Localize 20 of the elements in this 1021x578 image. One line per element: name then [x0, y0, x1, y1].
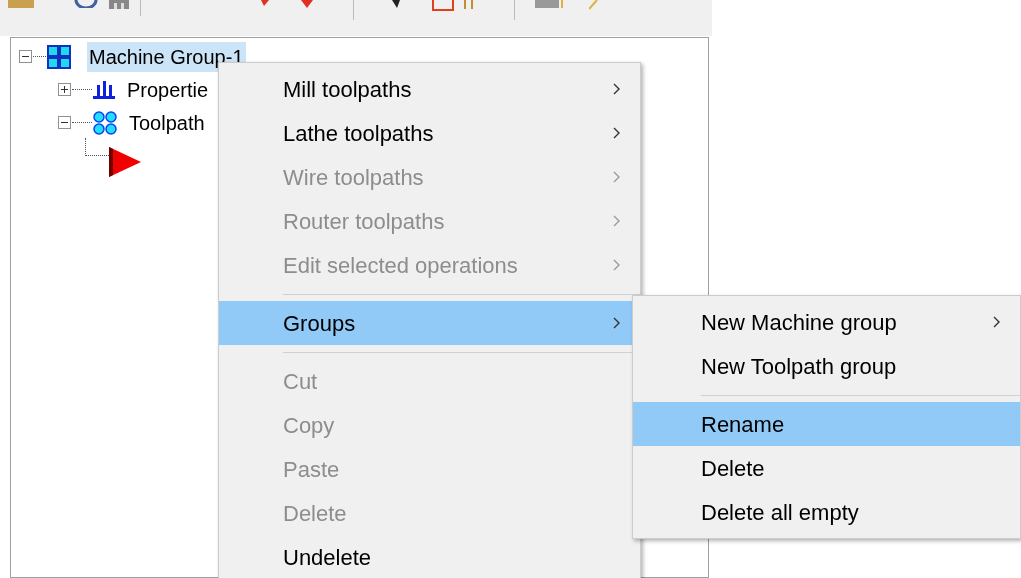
collapse-box[interactable]	[58, 116, 71, 129]
menu-item[interactable]: Delete	[633, 446, 1020, 490]
tree-item[interactable]: Toolpath	[127, 107, 207, 138]
toolbar-icon[interactable]	[464, 0, 474, 10]
menu-item[interactable]: Delete all empty	[633, 490, 1020, 534]
toolbar-icon[interactable]	[535, 0, 563, 10]
menu-item[interactable]: New Toolpath group	[633, 344, 1020, 388]
play-triangle-icon	[109, 146, 141, 177]
tree-item[interactable]: Propertie	[125, 74, 211, 105]
toolbar-icon[interactable]	[108, 0, 130, 10]
bar-chart-icon	[93, 80, 115, 99]
grid-icon	[47, 44, 71, 69]
menu-item[interactable]: Undelete	[219, 535, 640, 578]
menu-item[interactable]: Lathe toolpaths	[219, 111, 640, 155]
menu-item[interactable]: Rename	[633, 402, 1020, 446]
expand-box[interactable]	[58, 83, 71, 96]
circles-icon	[93, 110, 117, 135]
arrow-down-icon[interactable]	[301, 0, 313, 10]
toolbar-icon[interactable]	[74, 0, 98, 8]
collapse-box[interactable]	[19, 50, 32, 63]
